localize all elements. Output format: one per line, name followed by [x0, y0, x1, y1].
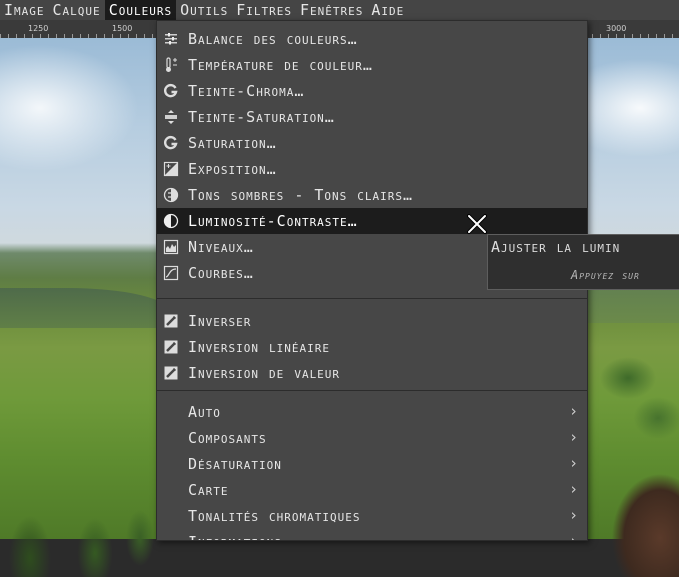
submenu-arrow-icon: › — [568, 532, 579, 541]
menu-item-label: Tons sombres - Tons clairs… — [188, 186, 414, 204]
menu-item-hue-saturation[interactable]: Teinte-Saturation… — [157, 104, 587, 130]
menu-item-color-balance[interactable]: Balance des couleurs… — [157, 26, 587, 52]
submenu-arrow-icon: › — [568, 402, 579, 420]
mouse-cursor-icon — [467, 214, 487, 234]
menu-item-label: Inverser — [188, 312, 252, 330]
invert-icon — [164, 366, 178, 380]
menu-item-label: Inversion de valeur — [188, 364, 341, 382]
menu-item-saturation[interactable]: Saturation… — [157, 130, 587, 156]
thermometer-icon — [166, 57, 177, 72]
menu-item-label: Informations — [188, 533, 282, 540]
menu-filtres[interactable]: Filtres — [232, 0, 296, 20]
landscape-hill — [0, 288, 170, 328]
menu-item-exposure[interactable]: Exposition… — [157, 156, 587, 182]
menu-item-label: Exposition… — [188, 160, 277, 178]
menu-image[interactable]: Image — [0, 0, 49, 20]
ruler-label: 1500 — [112, 24, 133, 33]
exposure-icon — [163, 161, 179, 177]
submenu-tonalites-chromatiques[interactable]: Tonalités chromatiques › — [157, 503, 587, 529]
curves-icon — [163, 265, 179, 281]
menu-separator — [157, 298, 587, 299]
submenu-arrow-icon: › — [568, 428, 579, 446]
landscape-rock — [600, 458, 679, 577]
menu-item-invert[interactable]: Inverser — [157, 308, 587, 334]
menu-calque[interactable]: Calque — [49, 0, 105, 20]
invert-icon — [164, 314, 178, 328]
menu-fenetres[interactable]: Fenêtres — [296, 0, 367, 20]
menubar: Image Calque Couleurs Outils Filtres Fen… — [0, 0, 679, 20]
landscape-bushes — [588, 338, 679, 448]
menu-item-label: Niveaux… — [188, 238, 254, 256]
tooltip: Ajuster la lumin Appuyez sur — [487, 234, 679, 290]
menu-item-label: Teinte-Chroma… — [188, 82, 305, 100]
menu-item-label: Balance des couleurs… — [188, 30, 358, 48]
shadows-highlights-icon — [163, 187, 179, 203]
menu-item-label: Auto — [188, 403, 221, 421]
ruler-label: 3000 — [606, 24, 627, 33]
menu-item-shadows-highlights[interactable]: Tons sombres - Tons clairs… — [157, 182, 587, 208]
tooltip-hint: Appuyez sur — [571, 268, 640, 282]
submenu-composants[interactable]: Composants › — [157, 425, 587, 451]
menu-item-label: Désaturation — [188, 455, 282, 473]
menu-item-label: Inversion linéaire — [188, 338, 331, 356]
tooltip-title: Ajuster la lumin — [491, 238, 621, 256]
menu-outils[interactable]: Outils — [176, 0, 232, 20]
menu-couleurs[interactable]: Couleurs — [104, 0, 177, 20]
menu-item-label: Courbes… — [188, 264, 254, 282]
ruler-label: 1250 — [28, 24, 49, 33]
brightness-contrast-icon — [163, 213, 179, 229]
color-balance-icon — [165, 33, 177, 45]
menu-item-label: Tonalités chromatiques — [188, 507, 361, 525]
invert-icon — [164, 340, 178, 354]
submenu-arrow-icon: › — [568, 454, 579, 472]
submenu-informations[interactable]: Informations › — [157, 529, 587, 541]
menu-item-label: Luminosité-Contraste… — [188, 212, 358, 230]
landscape-trees — [0, 478, 160, 577]
hue-saturation-icon — [165, 110, 177, 124]
menu-item-label: Carte — [188, 481, 229, 499]
menu-item-hue-chroma[interactable]: Teinte-Chroma… — [157, 78, 587, 104]
submenu-auto[interactable]: Auto › — [157, 399, 587, 425]
submenu-arrow-icon: › — [568, 480, 579, 498]
menu-item-linear-invert[interactable]: Inversion linéaire — [157, 334, 587, 360]
levels-icon — [163, 239, 179, 255]
menu-item-value-invert[interactable]: Inversion de valeur — [157, 360, 587, 386]
submenu-arrow-icon: › — [568, 506, 579, 524]
menu-aide[interactable]: Aide — [367, 0, 408, 20]
gegl-icon — [164, 135, 178, 150]
menu-item-label: Température de couleur… — [188, 56, 373, 74]
menu-item-label: Composants — [188, 429, 267, 447]
submenu-desaturation[interactable]: Désaturation › — [157, 451, 587, 477]
submenu-carte[interactable]: Carte › — [157, 477, 587, 503]
menu-item-color-temperature[interactable]: Température de couleur… — [157, 52, 587, 78]
menu-item-brightness-contrast[interactable]: Luminosité-Contraste… — [157, 208, 587, 234]
menu-item-label: Teinte-Saturation… — [188, 108, 335, 126]
menu-separator — [157, 390, 587, 391]
menu-item-label: Saturation… — [188, 134, 277, 152]
gegl-icon — [164, 83, 178, 98]
